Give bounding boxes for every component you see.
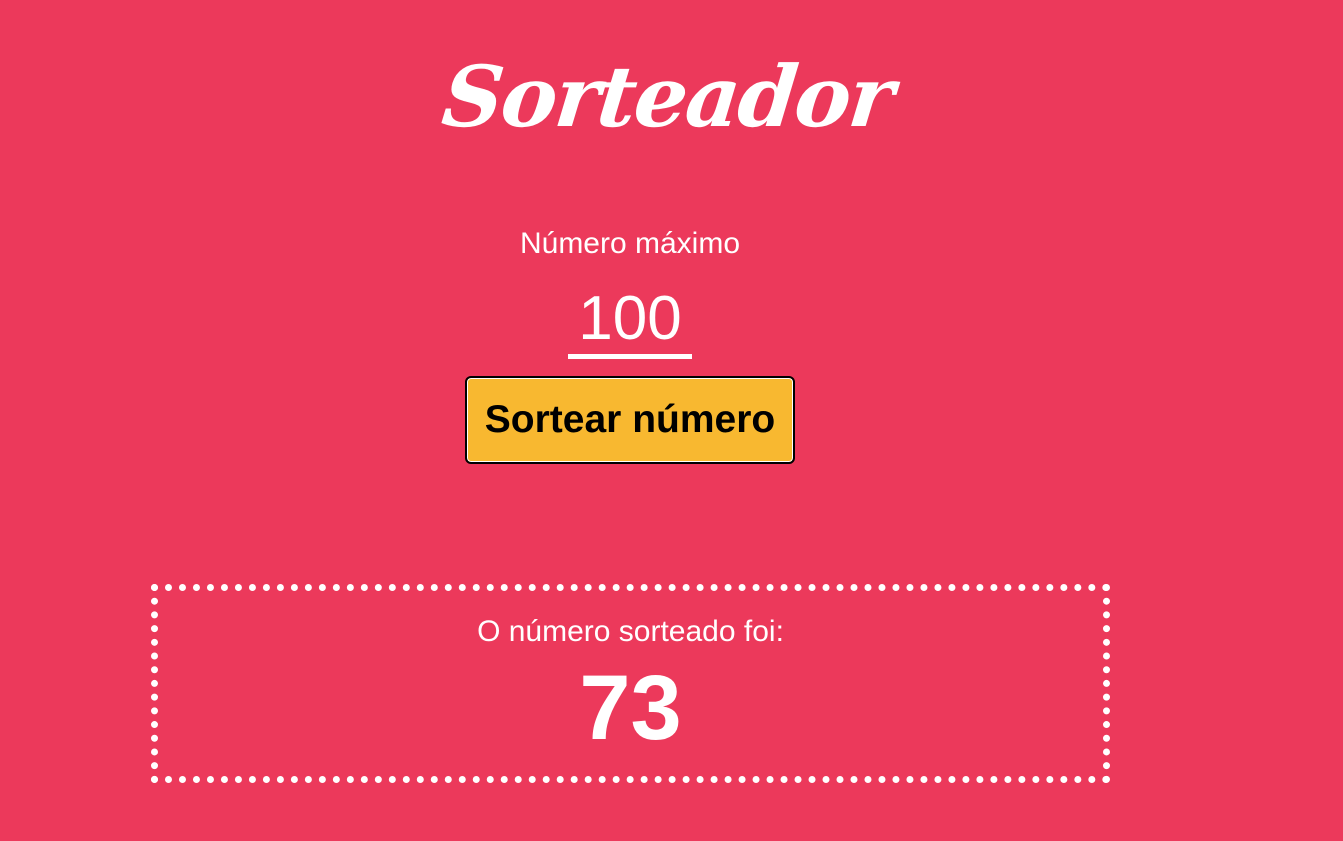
result-number: 73 — [579, 657, 682, 759]
max-number-input[interactable] — [568, 282, 692, 359]
app-logo: Sorteador — [437, 47, 897, 146]
result-label: O número sorteado foi: — [477, 615, 784, 648]
page: Sorteador Número máximo Sortear número O… — [0, 0, 1343, 841]
result-box: O número sorteado foi: 73 — [151, 584, 1110, 783]
draw-number-button[interactable]: Sortear número — [465, 376, 795, 464]
max-number-label: Número máximo — [519, 227, 741, 260]
